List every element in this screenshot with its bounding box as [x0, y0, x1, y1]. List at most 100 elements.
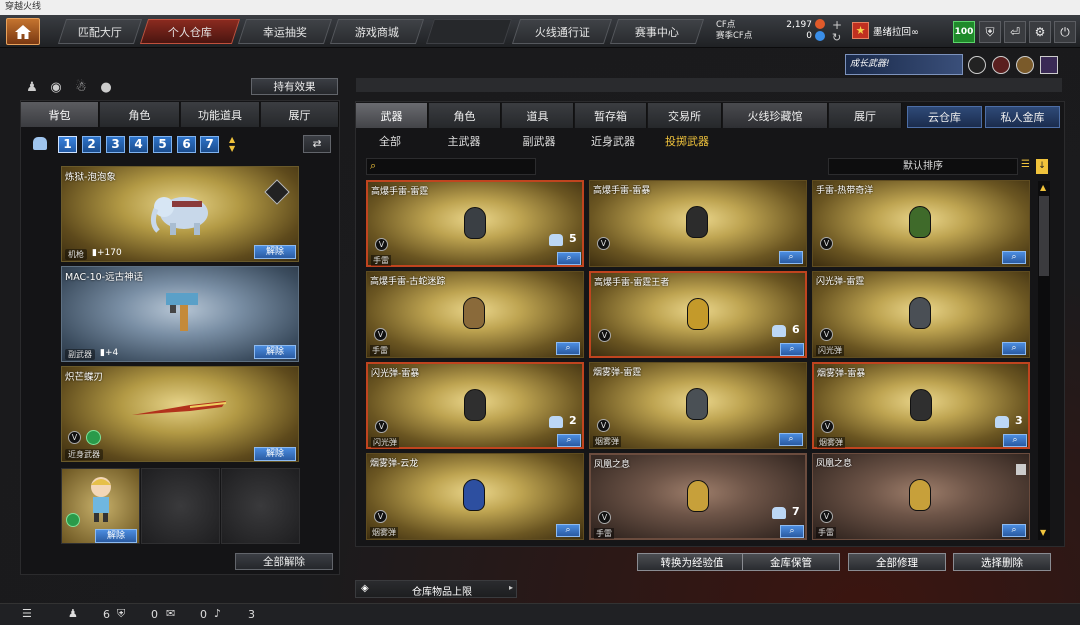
equipped-card-secondary[interactable]: MAC-10-远古神话 副武器 ▮+4 解除 — [61, 266, 299, 362]
inspect-button[interactable]: ⌕ — [556, 342, 580, 355]
exit-icon[interactable]: ⏎ — [1004, 21, 1026, 43]
inspect-button[interactable]: ⌕ — [779, 433, 803, 446]
page-3-button[interactable]: 3 — [106, 136, 125, 153]
tab-weapons[interactable]: 武器 — [356, 103, 428, 128]
item-card[interactable]: 闪光弹-雷霆 V 闪光弹 ⌕ — [812, 271, 1030, 358]
tab-game-store[interactable]: 游戏商城 — [329, 19, 425, 44]
transfer-icon[interactable]: ⇄ — [303, 135, 331, 153]
tab-cloud-warehouse[interactable]: 云仓库 — [907, 106, 982, 128]
subtab-secondary[interactable]: 副武器 — [511, 133, 567, 149]
tab-backpack[interactable]: 背包 — [21, 102, 99, 127]
tab-private-vault[interactable]: 私人金库 — [985, 106, 1060, 128]
inspect-button[interactable]: ⌕ — [1003, 434, 1027, 447]
tab-roles[interactable]: 角色 — [429, 103, 501, 128]
trash-icon[interactable] — [1016, 464, 1026, 475]
visibility-icon[interactable]: ◉ — [48, 80, 64, 96]
scroll-up-icon[interactable]: ▲ — [1040, 183, 1046, 192]
friends-icon[interactable]: ♟ — [68, 607, 78, 620]
bomb-icon[interactable]: ● — [98, 80, 114, 96]
tab-event-center[interactable]: 赛事中心 — [609, 19, 705, 44]
hold-effect-button[interactable]: 持有效果 — [251, 78, 338, 95]
release-button[interactable]: 解除 — [95, 529, 137, 543]
tab-personal-warehouse[interactable]: 个人仓库 — [139, 19, 241, 44]
page-5-button[interactable]: 5 — [153, 136, 172, 153]
subtab-throwing[interactable]: 投掷武器 — [657, 133, 717, 149]
refresh-icon[interactable]: ↻ — [832, 31, 841, 44]
tab-props[interactable]: 道具 — [502, 103, 574, 128]
power-icon[interactable]: ⏻ — [1054, 21, 1076, 43]
tab-battle-pass[interactable]: 火线通行证 — [511, 19, 613, 44]
scrollbar-thumb[interactable] — [1039, 196, 1049, 276]
tab-exchange[interactable]: 交易所 — [648, 103, 722, 128]
search-input[interactable]: ⌕ — [366, 158, 536, 175]
item-card[interactable]: 烟雾弹-雷暴 V 烟雾弹 3 ⌕ — [812, 362, 1030, 449]
scroll-down-icon[interactable]: ▼ — [1040, 528, 1046, 537]
inspect-button[interactable]: ⌕ — [780, 525, 804, 538]
page-4-button[interactable]: 4 — [129, 136, 148, 153]
select-delete-button[interactable]: 选择删除 — [953, 553, 1051, 571]
item-card[interactable]: 凤凰之息 V 手雷 7 ⌕ — [589, 453, 807, 540]
item-card[interactable]: 凤凰之息 V 手雷 ⌕ — [812, 453, 1030, 540]
page-2-button[interactable]: 2 — [82, 136, 101, 153]
empty-slot[interactable] — [141, 468, 220, 544]
badge-icon-2[interactable] — [992, 56, 1010, 74]
item-card[interactable]: 烟雾弹-雷霆 V 烟雾弹 ⌕ — [589, 362, 807, 449]
release-button[interactable]: 解除 — [254, 245, 296, 259]
release-button[interactable]: 解除 — [254, 447, 296, 461]
inspect-button[interactable]: ⌕ — [780, 343, 804, 356]
badge-icon-3[interactable] — [1016, 56, 1034, 74]
tab-collection[interactable]: 火线珍藏馆 — [723, 103, 828, 128]
empty-slot[interactable] — [221, 468, 300, 544]
scrollbar[interactable]: ▲ ▼ — [1038, 181, 1050, 540]
item-card[interactable]: 高爆手雷-雷霆 V 手雷 5 ⌕ — [366, 180, 584, 267]
equipped-card-melee[interactable]: 炽芒蝶刃 V 近身武器 解除 — [61, 366, 299, 462]
sort-dropdown[interactable]: 默认排序 — [828, 158, 1018, 175]
subtab-all[interactable]: 全部 — [368, 133, 412, 149]
gear-icon[interactable]: ⚙ — [1029, 21, 1051, 43]
vault-storage-button[interactable]: 金库保管 — [742, 553, 840, 571]
subtab-primary[interactable]: 主武器 — [436, 133, 492, 149]
item-card[interactable]: 高爆手雷-雷暴 V ⌕ — [589, 180, 807, 267]
page-stepper-icon[interactable]: ▲ ▼ — [229, 135, 235, 153]
menu-icon[interactable]: ☰ — [22, 607, 32, 620]
item-card[interactable]: 烟雾弹-云龙 V 烟雾弹 ⌕ — [366, 453, 584, 540]
badge-icon[interactable] — [968, 56, 986, 74]
tab-storage-box[interactable]: 暂存箱 — [575, 103, 647, 128]
capacity-bar[interactable]: ◈ 仓库物品上限 ▸ — [355, 580, 517, 598]
inspect-button[interactable]: ⌕ — [1002, 342, 1026, 355]
list-icon[interactable]: ☰ — [1021, 159, 1033, 174]
shield-status-icon[interactable]: ⛨ — [117, 607, 125, 621]
shield-icon[interactable]: ⛨ — [979, 21, 1001, 43]
home-button[interactable] — [6, 18, 40, 45]
page-6-button[interactable]: 6 — [177, 136, 196, 153]
inspect-button[interactable]: ⌕ — [556, 524, 580, 537]
tab-function-items[interactable]: 功能道具 — [181, 102, 260, 127]
item-card[interactable]: 高爆手雷-古蛇迷踪 V 手雷 ⌕ — [366, 271, 584, 358]
subtab-melee[interactable]: 近身武器 — [583, 133, 643, 149]
equipped-card-machinegun[interactable]: 炼狱-泡泡象 机枪 ▮+170 解除 — [61, 166, 299, 262]
tab-character[interactable]: 角色 — [100, 102, 180, 127]
page-1-button[interactable]: 1 — [58, 136, 77, 153]
inspect-button[interactable]: ⌕ — [557, 434, 581, 447]
convert-to-exp-button[interactable]: 转换为经验值 — [637, 553, 747, 571]
tab-lucky-draw[interactable]: 幸运抽奖 — [237, 19, 333, 44]
release-button[interactable]: 解除 — [254, 345, 296, 359]
add-points-icon[interactable]: + — [832, 18, 842, 32]
inspect-button[interactable]: ⌕ — [1002, 251, 1026, 264]
chat-icon[interactable]: ✉ — [166, 607, 175, 620]
item-card[interactable]: 高爆手雷-雷霆王者 V 6 ⌕ — [589, 271, 807, 358]
growth-weapon-banner[interactable]: 成长武器! — [845, 54, 963, 75]
inspect-button[interactable]: ⌕ — [779, 251, 803, 264]
page-7-button[interactable]: 7 — [200, 136, 219, 153]
sort-desc-icon[interactable]: ↓ — [1036, 159, 1048, 174]
item-card[interactable]: 闪光弹-雷暴 V 闪光弹 2 ⌕ — [366, 362, 584, 449]
character-slot[interactable]: 解除 — [61, 468, 140, 544]
repair-all-button[interactable]: 全部修理 — [848, 553, 946, 571]
inspect-button[interactable]: ⌕ — [1002, 524, 1026, 537]
item-card[interactable]: 手雷-热带奇洋 V ⌕ — [812, 180, 1030, 267]
speaker-icon[interactable]: ♪ — [214, 607, 221, 620]
inspect-button[interactable]: ⌕ — [557, 252, 581, 265]
tab-showroom[interactable]: 展厅 — [261, 102, 339, 127]
team-icon[interactable]: ♟ — [24, 80, 40, 96]
tab-showroom-right[interactable]: 展厅 — [829, 103, 902, 128]
